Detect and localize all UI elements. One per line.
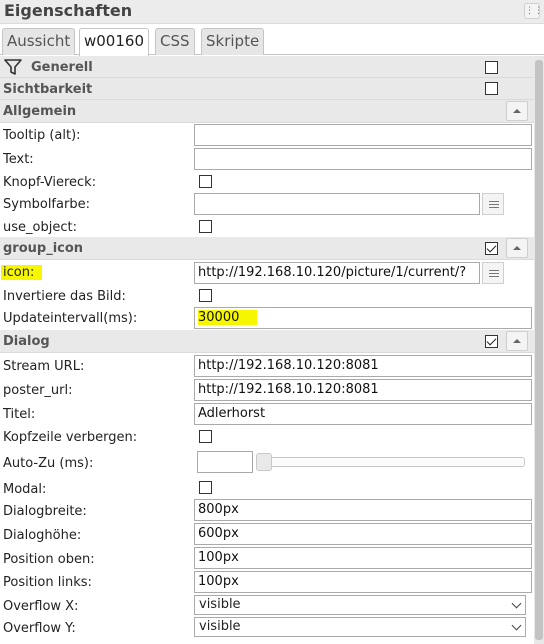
scrollbar-thumb[interactable] <box>535 60 543 640</box>
panel-menu-button[interactable]: ⋮⋮ <box>524 3 543 19</box>
group-sichtbarkeit-label: Sichtbarkeit <box>3 82 93 97</box>
overflow-x-label: Overflow X: <box>3 599 79 614</box>
text-label: Text: <box>3 152 34 167</box>
kopfzeile-label: Kopfzeile verbergen: <box>3 430 138 445</box>
generell-checkbox[interactable] <box>485 61 498 74</box>
dialogbreite-label: Dialogbreite: <box>3 504 87 519</box>
stream-url-input[interactable]: http://192.168.10.120:8081 <box>194 355 532 377</box>
group-allgemein[interactable]: Allgemein <box>0 100 534 123</box>
group-dialog-label: Dialog <box>3 334 50 349</box>
position-links-input[interactable]: 100px <box>194 571 532 593</box>
chevron-down-icon <box>511 620 522 631</box>
position-oben-label: Position oben: <box>3 552 95 567</box>
dialog-checkbox[interactable] <box>485 335 498 348</box>
poster-url-label: poster_url: <box>3 383 73 398</box>
tab-aussicht[interactable]: Aussicht <box>2 28 76 55</box>
updateintervall-value: 30000 <box>198 310 258 325</box>
group-dialog[interactable]: Dialog <box>0 330 534 353</box>
modal-checkbox[interactable] <box>199 481 212 494</box>
chevron-down-icon <box>511 598 522 609</box>
filter-icon[interactable] <box>4 59 22 76</box>
symbolfarbe-input[interactable] <box>194 193 480 215</box>
group-icon-header[interactable]: group_icon <box>0 237 534 260</box>
group-icon-label: group_icon <box>3 241 84 256</box>
icon-label: icon: <box>1 265 43 280</box>
icon-picker-button[interactable] <box>482 262 504 284</box>
group-icon-checkbox[interactable] <box>485 242 498 255</box>
position-oben-input[interactable]: 100px <box>194 547 532 569</box>
icon-input[interactable]: http://192.168.10.120/picture/1/current/… <box>194 262 480 284</box>
updateintervall-label: Updateintervall(ms): <box>3 311 138 326</box>
kopfzeile-checkbox[interactable] <box>199 430 212 443</box>
auto-zu-slider-handle[interactable] <box>256 453 272 471</box>
dialogbreite-input[interactable]: 800px <box>194 499 532 521</box>
invertiere-label: Invertiere das Bild: <box>3 289 126 304</box>
auto-zu-slider[interactable] <box>257 457 525 467</box>
dialoghoehe-input[interactable]: 600px <box>194 523 532 545</box>
knopf-viereck-label: Knopf-Viereck: <box>3 175 97 190</box>
titel-label: Titel: <box>3 407 36 422</box>
use-object-label: use_object: <box>3 220 77 235</box>
updateintervall-input[interactable]: 30000 <box>194 307 532 329</box>
tab-bar: Aussicht w00160 CSS Skripte <box>0 25 544 56</box>
group-icon-collapse-button[interactable] <box>506 238 528 258</box>
tab-css[interactable]: CSS <box>155 28 195 55</box>
group-generell-label: Generell <box>31 60 93 75</box>
modal-label: Modal: <box>3 482 47 497</box>
symbolfarbe-label: Symbolfarbe: <box>3 197 90 212</box>
sichtbarkeit-checkbox[interactable] <box>485 82 498 95</box>
auto-zu-label: Auto-Zu (ms): <box>3 456 94 471</box>
tab-w00160[interactable]: w00160 <box>79 28 149 56</box>
titel-input[interactable]: Adlerhorst <box>194 403 532 425</box>
overflow-y-select[interactable]: visible <box>194 617 526 637</box>
properties-header: Eigenschaften ⋮⋮ <box>0 0 544 24</box>
tooltip-label: Tooltip (alt): <box>3 128 81 143</box>
text-input[interactable] <box>194 148 532 170</box>
invertiere-checkbox[interactable] <box>199 289 212 302</box>
properties-panel: Generell Sichtbarkeit Allgemein Tooltip … <box>0 56 544 644</box>
use-object-checkbox[interactable] <box>199 220 212 233</box>
tab-skripte[interactable]: Skripte <box>201 28 265 55</box>
auto-zu-input[interactable] <box>197 451 253 473</box>
symbolfarbe-picker-button[interactable] <box>482 193 504 215</box>
group-generell[interactable]: Generell <box>0 56 534 78</box>
stream-url-label: Stream URL: <box>3 359 85 374</box>
overflow-x-select[interactable]: visible <box>194 595 526 615</box>
dialog-collapse-button[interactable] <box>506 331 528 351</box>
overflow-y-value: visible <box>199 619 241 634</box>
knopf-viereck-checkbox[interactable] <box>199 175 212 188</box>
panel-scrollbar[interactable] <box>534 56 544 644</box>
allgemein-collapse-button[interactable] <box>506 101 528 121</box>
tooltip-input[interactable] <box>194 124 532 146</box>
overflow-x-value: visible <box>199 597 241 612</box>
panel-title: Eigenschaften <box>4 1 133 20</box>
dialoghoehe-label: Dialoghöhe: <box>3 528 82 543</box>
overflow-y-label: Overflow Y: <box>3 621 76 636</box>
position-links-label: Position links: <box>3 575 92 590</box>
group-allgemein-label: Allgemein <box>3 104 77 119</box>
poster-url-input[interactable]: http://192.168.10.120:8081 <box>194 379 532 401</box>
group-sichtbarkeit[interactable]: Sichtbarkeit <box>0 78 534 100</box>
